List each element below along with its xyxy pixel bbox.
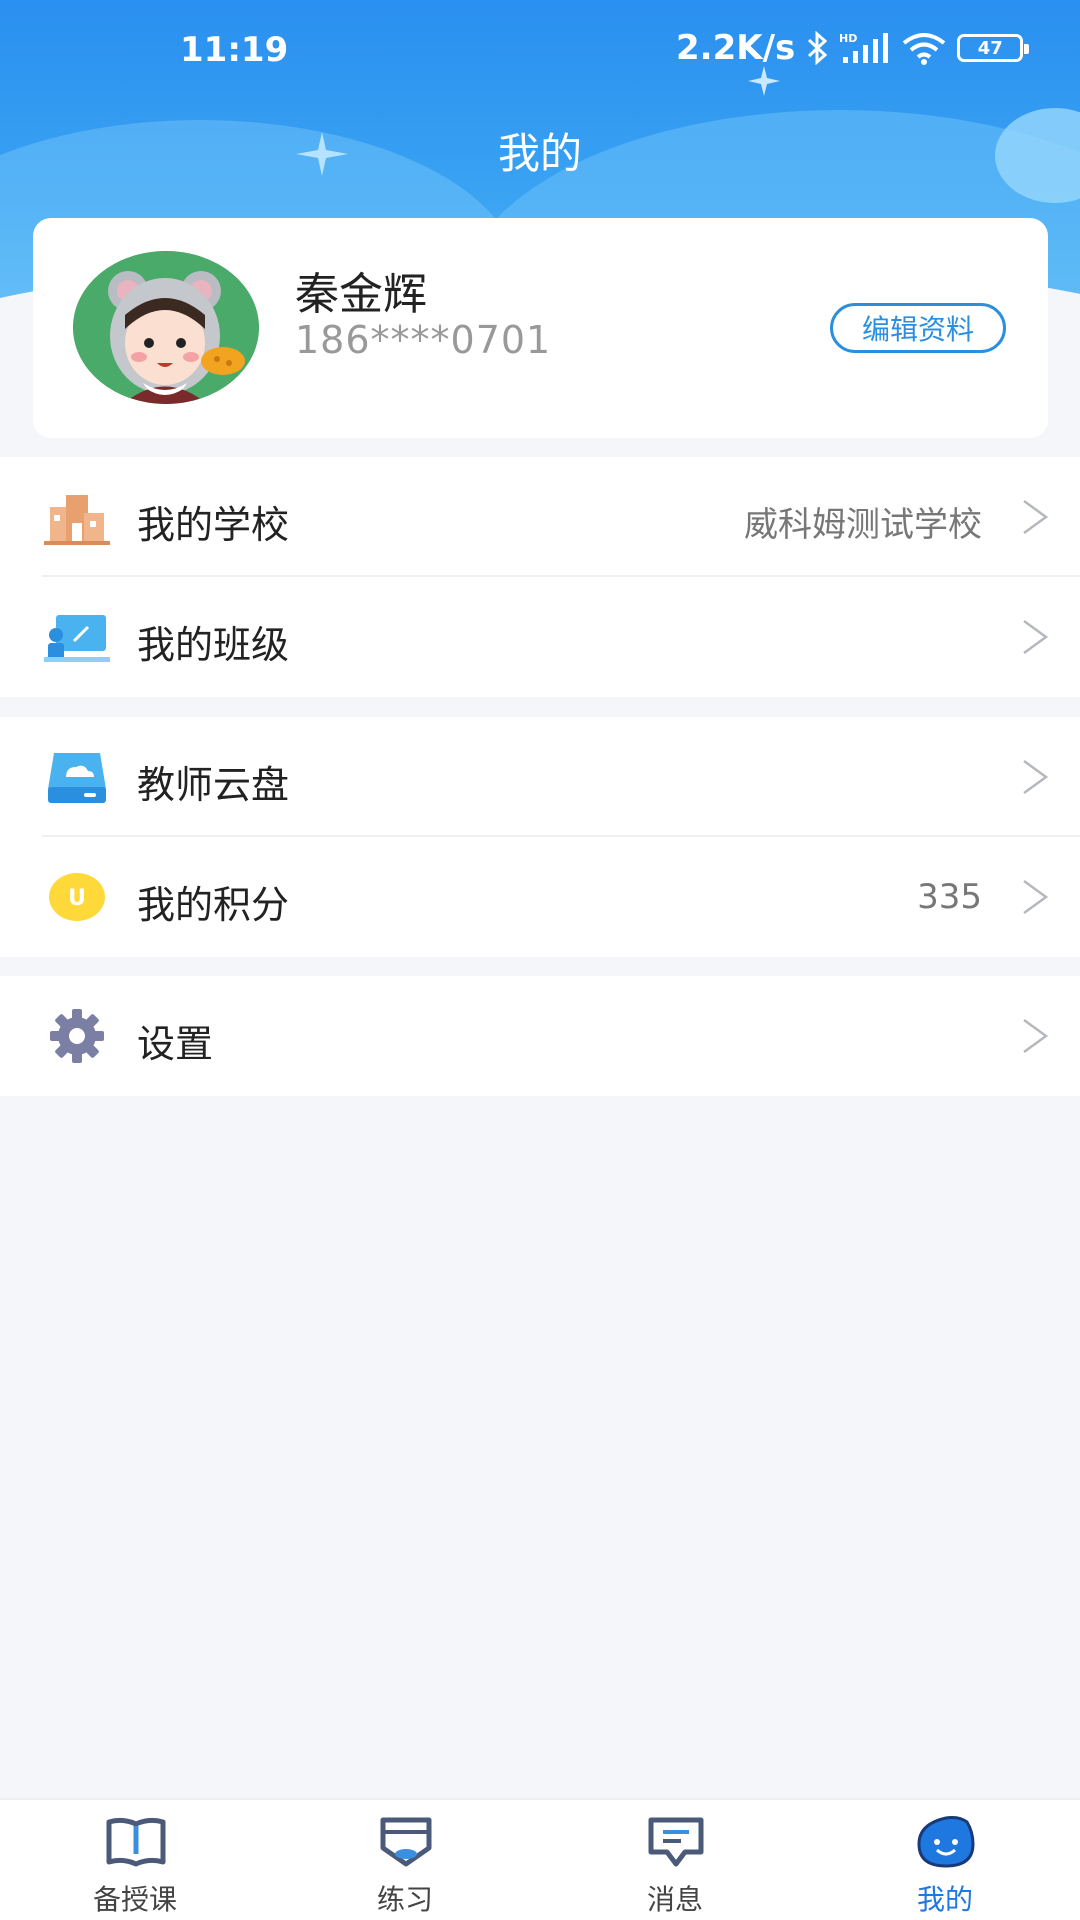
chevron-right-icon <box>1023 1018 1049 1054</box>
cloud-drive-icon <box>48 753 106 803</box>
points-badge-letter: U <box>68 886 86 911</box>
message-icon <box>648 1817 704 1867</box>
avatar[interactable] <box>73 251 259 404</box>
battery-icon: 47 <box>957 34 1030 62</box>
status-indicators: 2.2K/s HD 47 <box>676 28 1030 68</box>
hd-label: HD <box>839 32 857 45</box>
network-speed: 2.2K/s <box>676 28 796 68</box>
points-coin-icon: U <box>49 873 105 921</box>
menu-label-cloud: 教师云盘 <box>137 763 290 807</box>
status-bar: 11:19 2.2K/s HD 47 <box>0 0 1080 100</box>
avatar-illustration <box>73 251 259 404</box>
menu-item-class[interactable]: 我的班级 <box>0 577 1080 697</box>
profile-card: 秦金辉 186****0701 编辑资料 <box>33 218 1048 438</box>
tab-label: 练习 <box>376 1883 433 1916</box>
status-time: 11:19 <box>180 30 289 70</box>
practice-icon <box>380 1817 432 1867</box>
chevron-right-icon <box>1023 759 1049 795</box>
page-title: 我的 <box>497 129 582 178</box>
menu-label-school: 我的学校 <box>137 503 290 547</box>
tab-lessons[interactable]: 备授课 <box>0 1800 270 1920</box>
mascot-icon <box>917 1816 975 1868</box>
chevron-right-icon <box>1023 879 1049 915</box>
signal-icon: HD <box>839 32 889 63</box>
classroom-icon <box>44 615 110 662</box>
menu-group-settings: 设置 <box>0 976 1080 1096</box>
school-building-icon <box>44 495 110 545</box>
wifi-icon <box>902 33 946 65</box>
gear-icon <box>50 1009 104 1063</box>
menu-label-settings: 设置 <box>137 1022 214 1066</box>
profile-name: 秦金辉 <box>295 269 427 320</box>
chevron-right-icon <box>1023 619 1049 655</box>
tab-label: 备授课 <box>92 1883 177 1916</box>
menu-value-points: 335 <box>917 877 982 917</box>
tab-label: 消息 <box>646 1883 703 1916</box>
battery-level: 47 <box>977 37 1003 59</box>
menu-item-points[interactable]: U 我的积分 335 <box>0 837 1080 957</box>
tab-label: 我的 <box>916 1883 973 1916</box>
menu-value-school: 威科姆测试学校 <box>744 505 982 545</box>
menu-item-cloud[interactable]: 教师云盘 <box>0 717 1080 837</box>
menu-label-points: 我的积分 <box>137 883 290 927</box>
profile-phone: 186****0701 <box>295 318 552 362</box>
book-icon <box>106 1817 166 1867</box>
chevron-right-icon <box>1023 499 1049 535</box>
menu-item-school[interactable]: 我的学校 威科姆测试学校 <box>0 457 1080 577</box>
tab-messages[interactable]: 消息 <box>540 1800 810 1920</box>
bluetooth-icon <box>808 31 828 65</box>
menu-group-tools: 教师云盘 U 我的积分 335 <box>0 717 1080 957</box>
menu-label-class: 我的班级 <box>137 623 290 667</box>
edit-profile-button[interactable]: 编辑资料 <box>830 303 1006 353</box>
tab-practice[interactable]: 练习 <box>270 1800 540 1920</box>
menu-item-settings[interactable]: 设置 <box>0 976 1080 1096</box>
bottom-tab-bar: 备授课 练习 消息 我的 <box>0 1798 1080 1920</box>
tab-mine[interactable]: 我的 <box>810 1800 1080 1920</box>
menu-group-school: 我的学校 威科姆测试学校 我的班级 <box>0 457 1080 697</box>
